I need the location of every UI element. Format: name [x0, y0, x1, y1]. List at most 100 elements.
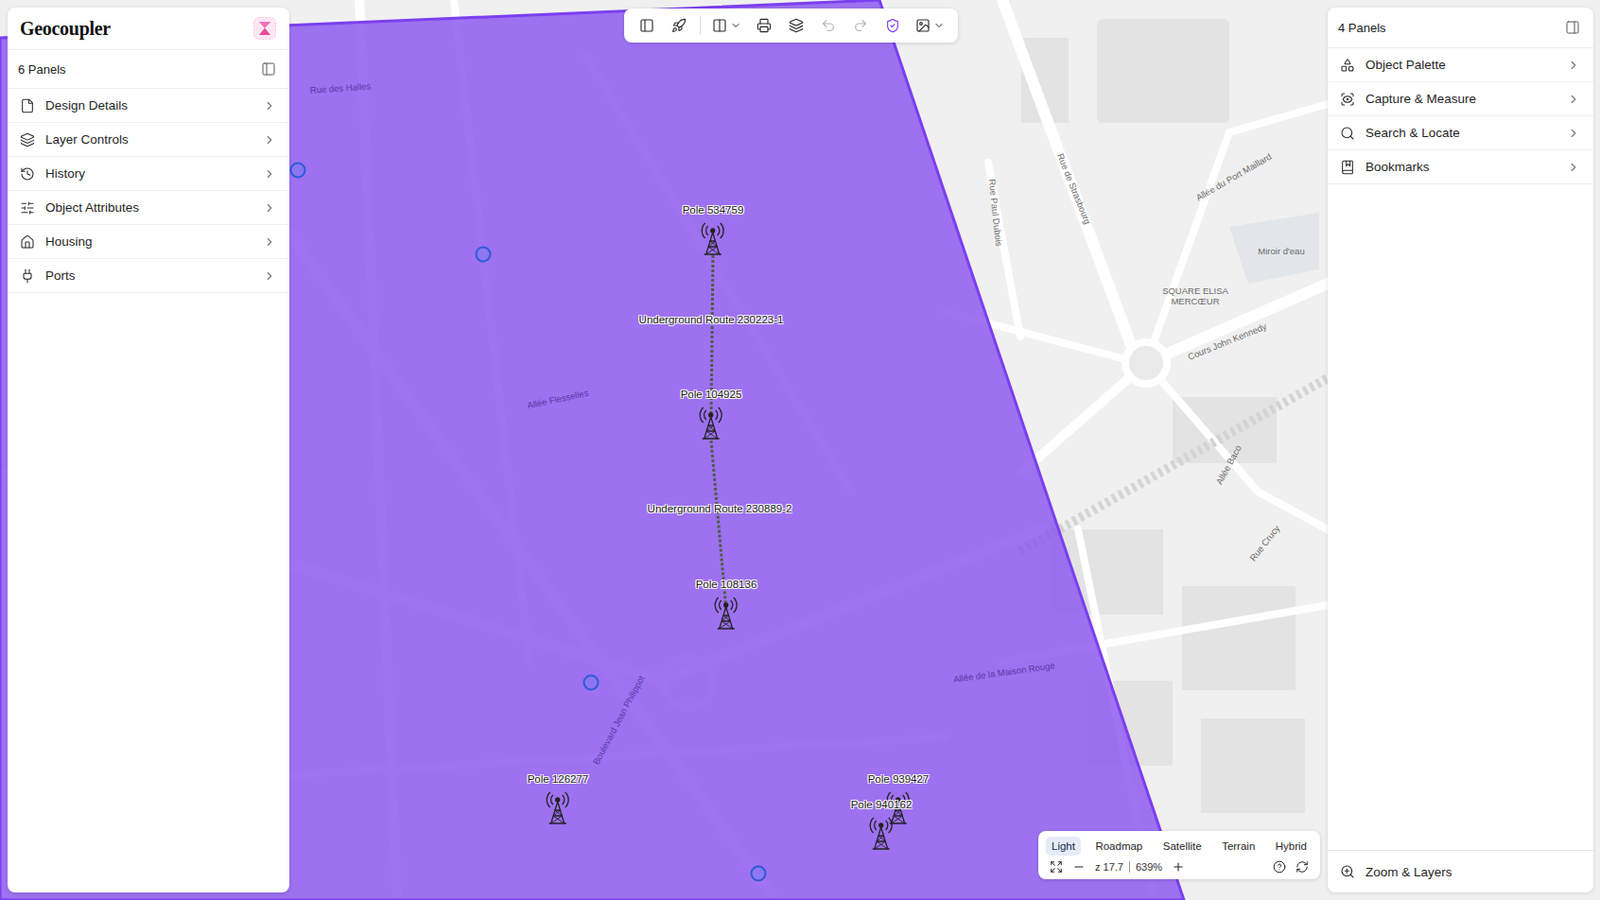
panel-item-icon	[19, 132, 35, 148]
route-button[interactable]	[663, 11, 695, 40]
pole[interactable]: Pole 534759	[682, 204, 745, 256]
columns-button[interactable]	[706, 11, 748, 40]
panel-item-label: Zoom & Layers	[1365, 865, 1581, 880]
panel-item[interactable]: Capture & Measure	[1327, 82, 1594, 117]
node-marker[interactable]	[751, 867, 766, 882]
redo-button[interactable]	[845, 11, 876, 40]
street-label: SQUARE ELISA MERCŒUR	[1159, 286, 1232, 308]
panel-item-icon	[1339, 91, 1356, 107]
node-marker[interactable]	[476, 247, 491, 262]
help-button[interactable]	[1272, 860, 1287, 874]
map-type-tab[interactable]: Terrain	[1216, 836, 1261, 856]
panel-item[interactable]: Bookmarks	[1327, 150, 1594, 185]
fullscreen-button[interactable]	[1049, 860, 1063, 874]
design-area-polygon[interactable]	[0, 0, 1184, 900]
panel-item-icon	[19, 234, 35, 250]
panel-item-label: Housing	[45, 234, 253, 249]
panel-item[interactable]: Ports	[7, 259, 290, 294]
print-button[interactable]	[748, 11, 780, 40]
app-header: Geocoupler	[7, 7, 290, 51]
chevron-down-icon	[933, 19, 945, 32]
panel-list: Object Palette Capture & Measure Search & …	[1327, 48, 1594, 185]
shield-button[interactable]	[877, 11, 908, 40]
route-icon	[671, 17, 687, 34]
pole[interactable]: Pole 108136	[695, 578, 758, 630]
pole-label: Pole 108136	[695, 578, 758, 591]
undo-button[interactable]	[813, 11, 844, 40]
pole-icon[interactable]	[540, 790, 575, 825]
panel-item[interactable]: Object Attributes	[7, 191, 290, 226]
street-label: Miroir d'eau	[1257, 246, 1305, 258]
chevron-right-icon	[262, 167, 277, 181]
panel-item-label: History	[45, 166, 253, 181]
pole[interactable]: Pole 940162	[851, 799, 913, 851]
shield-icon	[885, 17, 901, 34]
panel-item-icon	[1339, 57, 1356, 73]
pole[interactable]: Pole 104925	[680, 388, 743, 440]
pole[interactable]: Pole 126277	[527, 773, 590, 825]
undo-icon	[820, 17, 836, 34]
zoom-in-button[interactable]	[1171, 860, 1185, 874]
columns-icon	[712, 17, 728, 34]
panel-item-icon	[1339, 125, 1356, 141]
panel-item-label: Layer Controls	[45, 132, 253, 147]
route-label[interactable]: Underground Route 230223-1	[639, 313, 784, 326]
refresh-button[interactable]	[1295, 860, 1309, 874]
pole-icon[interactable]	[695, 221, 731, 256]
panel-item-icon	[19, 98, 35, 114]
chevron-right-icon	[262, 99, 277, 113]
pole-icon[interactable]	[709, 595, 744, 630]
layers-button[interactable]	[781, 11, 812, 40]
zoom-out-button[interactable]	[1072, 860, 1086, 874]
pole-icon[interactable]	[864, 816, 899, 851]
toolbar-separator	[699, 16, 701, 35]
panel-item[interactable]: Housing	[7, 225, 290, 260]
node-marker[interactable]	[291, 163, 306, 178]
panel-item-label: Bookmarks	[1365, 159, 1557, 174]
report-button[interactable]	[909, 11, 951, 40]
panels-count: 6 Panels	[17, 62, 67, 77]
panel-toggle-icon[interactable]	[1565, 19, 1581, 35]
panel-item[interactable]: Search & Locate	[1327, 116, 1594, 151]
panel-item[interactable]: Design Details	[7, 88, 290, 123]
report-icon	[915, 17, 931, 34]
panel-item-icon	[1339, 159, 1356, 175]
plus-icon	[1171, 860, 1185, 874]
refresh-icon	[1295, 860, 1309, 874]
panel-item-label: Capture & Measure	[1365, 91, 1557, 106]
panel-item[interactable]: History	[7, 156, 290, 192]
zoom-in-icon	[1339, 864, 1356, 880]
redo-icon	[852, 17, 869, 34]
panel-item[interactable]: Object Palette	[1327, 48, 1594, 83]
print-icon	[756, 17, 772, 34]
panel-item[interactable]: Layer Controls	[7, 122, 290, 157]
chevron-right-icon	[262, 269, 277, 283]
map-type-tab[interactable]: Light	[1045, 836, 1081, 856]
map-type-tab[interactable]: Hybrid	[1269, 836, 1313, 856]
zoom-divider	[1129, 861, 1131, 873]
logo-icon	[253, 17, 277, 40]
left-panel: Geocoupler 6 Panels Design Details Layer Co…	[7, 7, 290, 893]
panel-toggle-icon[interactable]	[260, 61, 277, 77]
pole-icon[interactable]	[694, 405, 729, 440]
map-type-tab[interactable]: Roadmap	[1089, 836, 1148, 856]
chevron-down-icon	[730, 19, 742, 32]
pole-label: Pole 939427	[868, 773, 930, 785]
chevron-right-icon	[262, 235, 277, 249]
node-marker[interactable]	[584, 676, 599, 691]
panel-icon	[639, 17, 655, 34]
panel-item-icon	[19, 166, 35, 182]
map-type-tabs: Light Roadmap Satellite Terrain Hybrid	[1045, 836, 1313, 856]
map-type-tab[interactable]: Satellite	[1157, 836, 1208, 856]
zoom-scale: 639%	[1135, 861, 1163, 873]
panel-button[interactable]	[631, 11, 662, 40]
panels-count: 4 Panels	[1338, 20, 1387, 35]
panels-header: 4 Panels	[1327, 7, 1594, 49]
panel-item-icon	[19, 200, 35, 216]
zoom-row: z 17.7639%	[1045, 860, 1313, 874]
route-label[interactable]: Underground Route 230889-2	[647, 503, 793, 515]
chevron-right-icon	[1566, 92, 1581, 106]
help-icon	[1272, 860, 1287, 874]
zoom-layers-item[interactable]: Zoom & Layers	[1327, 850, 1594, 893]
panel-item-icon	[19, 268, 35, 284]
